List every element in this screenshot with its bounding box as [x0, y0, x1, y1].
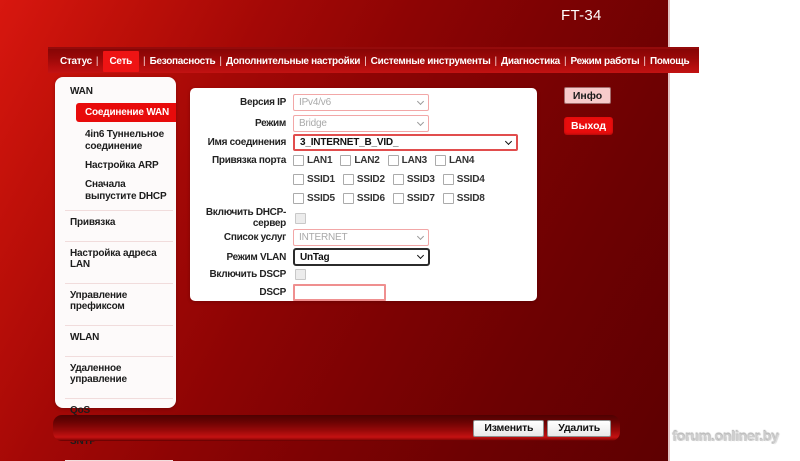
- chevron-down-icon: [416, 118, 425, 126]
- nav-separator: |: [219, 55, 222, 67]
- nav-separator: |: [95, 55, 99, 67]
- checkbox-ssid8-box: [442, 193, 454, 204]
- nav-tab-diagnostics[interactable]: Диагностика: [501, 56, 560, 67]
- logout-button[interactable]: Выход: [564, 117, 613, 135]
- checkbox-ssid2-box: [342, 174, 354, 185]
- checkbox-ssid8[interactable]: SSID8: [442, 193, 485, 204]
- nav-tab-network[interactable]: Сеть: [102, 50, 140, 72]
- info-button[interactable]: Инфо: [564, 87, 611, 104]
- checkbox-lan4[interactable]: LAN4: [434, 155, 475, 166]
- checkbox-ssid4-box: [442, 174, 454, 185]
- bottom-action-bar: Изменить Удалить: [53, 415, 620, 441]
- ip-version-value: IPv4/v6: [299, 97, 331, 108]
- dscp-enable-label: Включить DSCP: [209, 269, 286, 280]
- connection-name-select[interactable]: 3_INTERNET_B_VID_: [293, 134, 518, 151]
- checkbox-ssid3-box: [392, 174, 404, 185]
- checkbox-ssid6-label: SSID6: [356, 193, 385, 204]
- checkbox-ssid7-label: SSID7: [406, 193, 435, 204]
- checkbox-ssid3[interactable]: SSID3: [392, 174, 435, 185]
- checkbox-ssid2-label: SSID2: [356, 174, 385, 185]
- port-binding-label: Привязка порта: [212, 155, 286, 166]
- nav-tab-help[interactable]: Помощь: [650, 56, 690, 67]
- nav-separator: |: [643, 55, 646, 67]
- checkbox-lan2[interactable]: LAN2: [340, 155, 380, 166]
- sidebar-item-binding[interactable]: Привязка: [55, 211, 176, 234]
- sidebar-item-remote-management[interactable]: Удаленное управление: [55, 357, 176, 391]
- checkbox-lan4-label: LAN4: [448, 155, 475, 166]
- nav-separator: |: [563, 55, 567, 67]
- vlan-mode-value: UnTag: [300, 251, 330, 263]
- dhcp-server-label: Включить DHCP-сервер: [205, 207, 286, 229]
- service-list-select[interactable]: INTERNET: [293, 229, 429, 246]
- checkbox-ssid6-box: [342, 193, 354, 204]
- dscp-input[interactable]: [293, 284, 386, 301]
- checkbox-ssid7[interactable]: SSID7: [392, 193, 435, 204]
- checkbox-lan3-box: [387, 155, 399, 166]
- nav-separator: |: [143, 55, 146, 67]
- checkbox-lan2-box: [340, 155, 352, 166]
- nav-tab-status[interactable]: Статус: [60, 56, 92, 67]
- checkbox-lan3-label: LAN3: [401, 155, 428, 166]
- checkbox-lan2-label: LAN2: [354, 155, 380, 166]
- mode-value: Bridge: [299, 118, 327, 129]
- nav-tab-advanced-settings[interactable]: Дополнительные настройки: [226, 56, 360, 67]
- top-navigation: Статус | Сеть | Безопасность | Дополните…: [48, 47, 700, 73]
- mode-select[interactable]: Bridge: [293, 115, 429, 132]
- delete-button[interactable]: Удалить: [547, 419, 611, 437]
- wan-connection-form: Версия IP IPv4/v6 Режим Bridge Имя соеди…: [190, 88, 537, 301]
- vlan-mode-select[interactable]: UnTag: [293, 248, 430, 266]
- nav-tab-operation-mode[interactable]: Режим работы: [571, 56, 640, 67]
- sidebar-item-wlan[interactable]: WLAN: [55, 326, 176, 349]
- checkbox-ssid2[interactable]: SSID2: [342, 174, 385, 185]
- nav-tab-security[interactable]: Безопасность: [150, 56, 216, 67]
- checkbox-lan1-label: LAN1: [307, 155, 333, 166]
- device-model-title: FT-34: [561, 7, 602, 24]
- sidebar-group-wan[interactable]: WAN: [55, 84, 176, 103]
- checkbox-ssid6[interactable]: SSID6: [342, 193, 385, 204]
- connection-name-label: Имя соединения: [207, 137, 287, 148]
- sidebar-menu: WAN Соединение WAN 4in6 Туннельное соеди…: [55, 77, 176, 461]
- service-list-label: Список услуг: [223, 232, 286, 243]
- chevron-down-icon: [416, 232, 425, 240]
- checkbox-ssid5-label: SSID5: [307, 193, 335, 204]
- ip-version-label: Версия IP: [240, 97, 286, 108]
- ip-version-select[interactable]: IPv4/v6: [293, 94, 429, 111]
- router-admin-page: FT-34 Статус | Сеть | Безопасность | Доп…: [0, 0, 700, 461]
- modify-button[interactable]: Изменить: [473, 419, 545, 437]
- checkbox-ssid1-label: SSID1: [307, 174, 335, 185]
- chevron-down-icon: [416, 251, 425, 260]
- dscp-enable-checkbox[interactable]: [295, 269, 306, 280]
- vlan-mode-label: Режим VLAN: [226, 251, 287, 263]
- service-list-value: INTERNET: [299, 232, 348, 243]
- checkbox-lan1[interactable]: LAN1: [293, 155, 333, 166]
- nav-separator: |: [494, 55, 498, 67]
- checkbox-ssid5[interactable]: SSID5: [293, 193, 335, 204]
- checkbox-ssid5-box: [293, 193, 304, 204]
- nav-tab-system-tools[interactable]: Системные инструменты: [371, 56, 491, 67]
- checkbox-lan1-box: [293, 155, 304, 166]
- checkbox-lan3[interactable]: LAN3: [387, 155, 428, 166]
- checkbox-ssid7-box: [392, 193, 404, 204]
- checkbox-ssid1[interactable]: SSID1: [293, 174, 335, 185]
- sidebar-item-dhcp-release-first[interactable]: Сначала выпустите DHCP: [55, 172, 176, 203]
- connection-name-value: 3_INTERNET_B_VID_: [300, 137, 399, 148]
- chevron-down-icon: [416, 97, 425, 105]
- checkbox-ssid4[interactable]: SSID4: [442, 174, 485, 185]
- chevron-down-icon: [504, 137, 513, 145]
- sidebar-item-prefix-management[interactable]: Управление префиксом: [55, 284, 176, 318]
- checkbox-ssid4-label: SSID4: [456, 174, 485, 185]
- dhcp-server-checkbox[interactable]: [295, 212, 306, 224]
- sidebar-item-wan-connection[interactable]: Соединение WAN: [76, 103, 176, 122]
- sidebar-item-4in6-tunnel[interactable]: 4in6 Туннельное соединение: [55, 122, 176, 153]
- sidebar-item-lan-address-settings[interactable]: Настройка адреса LAN: [55, 242, 176, 276]
- checkbox-ssid8-label: SSID8: [456, 193, 485, 204]
- checkbox-ssid1-box: [293, 174, 304, 185]
- checkbox-ssid3-label: SSID3: [406, 174, 435, 185]
- dscp-label: DSCP: [259, 287, 286, 298]
- nav-separator: |: [364, 55, 367, 67]
- checkbox-lan4-box: [434, 155, 446, 166]
- sidebar-item-arp-settings[interactable]: Настройка ARP: [55, 153, 176, 172]
- mode-label: Режим: [255, 118, 286, 129]
- forum-watermark: forum.onliner.by: [672, 428, 779, 444]
